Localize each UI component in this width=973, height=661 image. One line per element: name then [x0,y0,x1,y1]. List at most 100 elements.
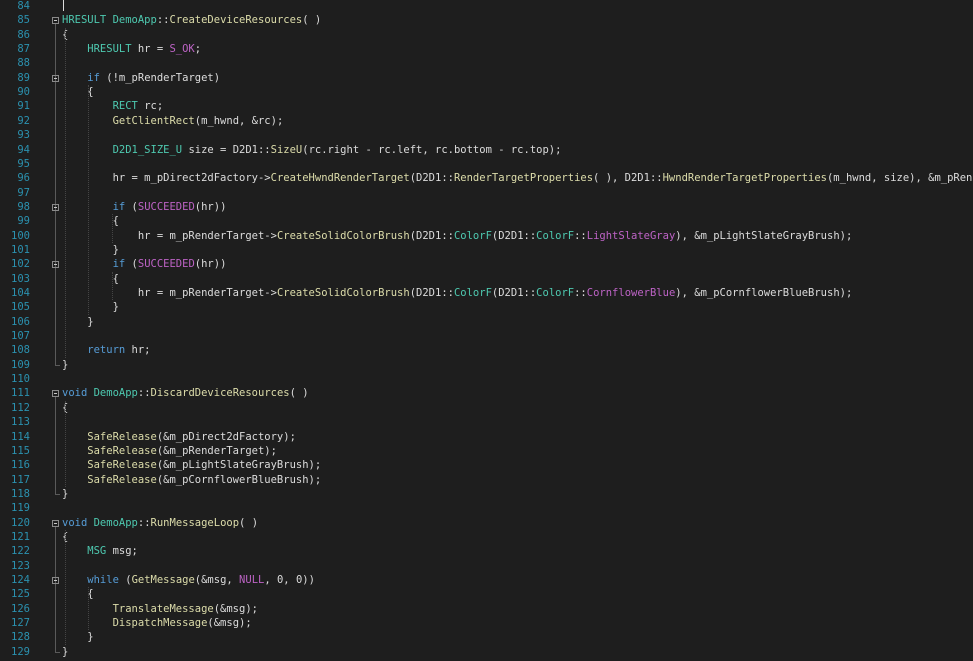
code-line[interactable] [62,128,973,142]
line-number: 122 [11,545,30,558]
code-line[interactable]: } [62,487,973,501]
code-line[interactable]: { [62,530,973,544]
code-token: ( ) [239,516,259,529]
code-line[interactable]: } [62,358,973,372]
indent-guide [88,587,89,631]
code-token: :: [441,287,454,299]
fold-region-end [55,364,60,366]
code-token: (D2D1 [409,172,442,185]
code-line[interactable]: hr = m_pRenderTarget->CreateSolidColorBr… [62,286,973,300]
code-token: ColorF [536,287,575,299]
code-token: SUCCEEDED [137,258,195,271]
indent-guide [112,214,113,243]
line-number: 129 [11,645,30,658]
code-line[interactable] [62,56,973,70]
code-line[interactable] [62,372,973,386]
line-number: 113 [11,416,30,429]
code-line[interactable] [62,157,973,171]
code-line[interactable]: { [62,587,973,601]
code-line[interactable]: { [62,214,973,228]
code-line[interactable]: TranslateMessage(&msg); [62,602,973,616]
code-line[interactable]: { [62,28,973,42]
code-line[interactable]: GetClientRect(m_hwnd, &rc); [62,114,973,128]
collapse-box-icon[interactable] [52,577,59,584]
code-line[interactable] [62,559,973,573]
code-line[interactable]: SafeRelease(&m_pCornflowerBlueBrush); [62,473,973,487]
code-line[interactable] [62,329,973,343]
code-token: hr = [137,43,170,56]
code-line[interactable]: if (SUCCEEDED(hr)) [62,200,973,214]
code-line[interactable]: } [62,630,973,644]
code-line[interactable]: hr = m_pRenderTarget->CreateSolidColorBr… [62,229,973,243]
line-number: 89 [17,71,30,84]
collapse-box-icon[interactable] [52,74,59,82]
code-line[interactable]: RECT rc; [62,99,973,113]
collapse-box-icon[interactable] [52,261,59,269]
code-token: } [62,243,119,256]
code-token: size = D2D1 [188,143,258,156]
line-number: 126 [11,602,30,615]
code-token: ( ) [302,14,322,27]
code-line[interactable] [62,415,973,429]
code-line[interactable]: MSG msg; [62,544,973,558]
line-number-gutter: 84 85 86 87 88 89 90 91 92 93 94 95 96 97 98 99 100 101 10… [0,0,48,661]
code-token: CreateHwndRenderTarget [270,172,410,185]
code-token: RECT [62,100,145,113]
line-number: 121 [11,530,30,543]
code-line[interactable]: } [62,645,973,659]
code-line[interactable]: DispatchMessage(&msg); [62,616,973,630]
code-line[interactable]: HRESULT DemoApp::CreateDeviceResources( … [62,13,973,27]
code-token: ( [125,200,138,213]
code-token: (hr)) [194,200,227,213]
code-area[interactable]: HRESULT DemoApp::CreateDeviceResources( … [62,0,973,661]
code-line[interactable] [62,0,973,13]
code-token: hr = m_pRenderTarget-> [62,287,277,299]
code-line[interactable]: SafeRelease(&m_pLightSlateGrayBrush); [62,458,973,472]
code-line[interactable]: void DemoApp::RunMessageLoop( ) [62,516,973,530]
code-line[interactable]: SafeRelease(&m_pDirect2dFactory); [62,430,973,444]
collapse-box-icon[interactable] [52,390,59,398]
code-line[interactable]: if (SUCCEEDED(hr)) [62,257,973,271]
code-editor[interactable]: 84 85 86 87 88 89 90 91 92 93 94 95 96 97 98 99 100 101 10… [0,0,973,661]
code-line[interactable]: { [62,85,973,99]
line-number: 85 [17,14,30,27]
collapse-box-icon[interactable] [52,203,59,211]
code-line[interactable]: D2D1_SIZE_U size = D2D1::SizeU(rc.right … [62,143,973,157]
indent-guide [112,271,113,301]
collapse-box-icon[interactable] [52,519,59,527]
text-caret [63,0,64,11]
code-line[interactable]: void DemoApp::DiscardDeviceResources( ) [62,386,973,400]
code-line[interactable]: { [62,401,973,415]
code-line[interactable]: HRESULT hr = S_OK; [62,42,973,56]
line-number: 99 [17,215,30,228]
code-token: void [62,387,94,400]
code-line[interactable]: return hr; [62,343,973,357]
code-line[interactable]: while (GetMessage(&msg, NULL, 0, 0)) [62,573,973,587]
code-line[interactable]: if (!m_pRenderTarget) [62,71,973,85]
code-token: if [62,200,126,213]
code-line[interactable]: { [62,272,973,286]
code-token: (&m_pLightSlateGrayBrush); [156,459,322,472]
code-token: hr = m_pRenderTarget-> [62,229,277,242]
line-number: 117 [11,473,30,486]
code-token: (&msg); [213,602,258,615]
code-token: :: [156,14,170,27]
code-line[interactable]: hr = m_pDirect2dFactory->CreateHwndRende… [62,171,973,185]
code-token: DiscardDeviceResources [150,387,290,400]
code-line[interactable]: } [62,243,973,257]
line-number: 100 [11,229,30,242]
code-token: CreateSolidColorBrush [276,287,410,299]
code-line[interactable]: } [62,315,973,329]
code-line[interactable] [62,501,973,515]
code-line[interactable]: SafeRelease(&m_pRenderTarget); [62,444,973,458]
code-token: SafeRelease [62,473,157,486]
code-line[interactable]: } [62,300,973,314]
code-token: if [62,71,100,84]
line-number: 101 [11,243,30,256]
collapse-box-icon[interactable] [52,17,59,25]
line-number: 111 [11,387,30,400]
code-token: MSG [62,545,113,558]
code-line[interactable] [62,186,973,200]
line-number: 118 [11,487,30,500]
code-token: } [62,315,94,328]
